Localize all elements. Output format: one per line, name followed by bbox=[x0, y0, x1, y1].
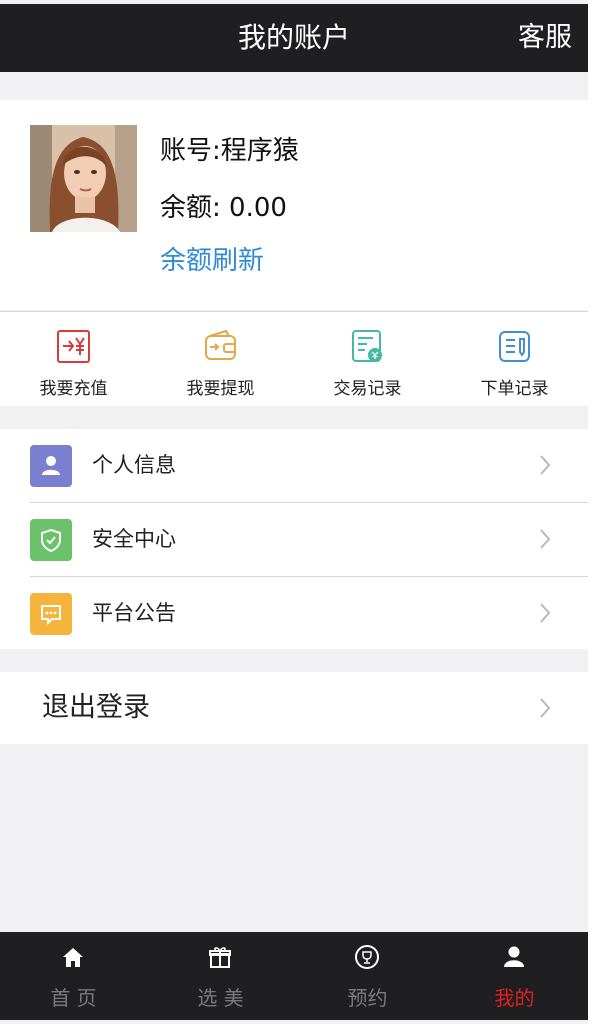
orders-button[interactable]: 下单记录 bbox=[441, 312, 588, 407]
page-title: 我的账户 bbox=[237, 21, 350, 54]
phone-frame: 我的账户 客服 账号:程序猿 余额: 0.00 余额刷新 我要充值 我要提现 交… bbox=[0, 0, 593, 1024]
customer-service-button[interactable]: 客服 bbox=[518, 4, 572, 72]
wallet-icon bbox=[202, 328, 239, 365]
person-icon bbox=[30, 445, 72, 487]
tab-label: 首 页 bbox=[50, 986, 97, 1010]
recharge-label: 我要充值 bbox=[39, 379, 108, 399]
logout-button[interactable]: 退出登录 bbox=[0, 672, 588, 744]
tab-home[interactable]: 首 页 bbox=[0, 932, 147, 1020]
menu-item-announcements[interactable]: 平台公告 bbox=[0, 577, 588, 650]
tab-mine[interactable]: 我的 bbox=[441, 932, 588, 1020]
gift-icon bbox=[207, 944, 233, 970]
menu-item-security-center[interactable]: 安全中心 bbox=[0, 503, 588, 576]
balance-row: 余额: 0.00 bbox=[160, 187, 287, 224]
logout-label: 退出登录 bbox=[42, 692, 150, 723]
top-nav-bar: 我的账户 客服 bbox=[0, 4, 588, 72]
home-icon bbox=[60, 944, 86, 970]
withdraw-label: 我要提现 bbox=[186, 379, 255, 399]
tab-select-beauty[interactable]: 选 美 bbox=[147, 932, 294, 1020]
tab-label: 预约 bbox=[347, 986, 388, 1010]
menu-item-personal-info[interactable]: 个人信息 bbox=[0, 429, 588, 502]
transactions-label: 交易记录 bbox=[333, 379, 402, 399]
tab-label: 选 美 bbox=[197, 986, 244, 1010]
user-icon bbox=[501, 944, 527, 970]
screen: 我的账户 客服 账号:程序猿 余额: 0.00 余额刷新 我要充值 我要提现 交… bbox=[0, 0, 588, 1024]
chevron-right-icon bbox=[538, 503, 552, 576]
tab-reservation[interactable]: 预约 bbox=[294, 932, 441, 1020]
menu-item-label: 个人信息 bbox=[92, 453, 176, 477]
settings-menu: 个人信息 安全中心 平台公告 bbox=[0, 429, 588, 649]
tab-label: 我的 bbox=[494, 986, 535, 1010]
trophy-icon bbox=[354, 944, 380, 970]
account-name: 程序猿 bbox=[220, 136, 299, 166]
order-icon bbox=[496, 328, 533, 365]
orders-label: 下单记录 bbox=[480, 379, 549, 399]
shield-icon bbox=[30, 519, 72, 561]
account-row: 账号:程序猿 bbox=[160, 130, 299, 167]
balance-label: 余额: bbox=[160, 193, 221, 223]
transactions-button[interactable]: 交易记录 bbox=[294, 312, 441, 407]
quick-actions: 我要充值 我要提现 交易记录 下单记录 bbox=[0, 311, 588, 406]
profile-card: 账号:程序猿 余额: 0.00 余额刷新 bbox=[0, 100, 588, 310]
withdraw-button[interactable]: 我要提现 bbox=[147, 312, 294, 407]
recharge-button[interactable]: 我要充值 bbox=[0, 312, 147, 407]
chevron-right-icon bbox=[538, 672, 552, 745]
bottom-tab-bar: 首 页 选 美 预约 我的 bbox=[0, 932, 588, 1020]
message-icon bbox=[30, 593, 72, 635]
menu-item-label: 平台公告 bbox=[92, 601, 176, 625]
recharge-icon bbox=[55, 328, 92, 365]
menu-item-label: 安全中心 bbox=[92, 527, 176, 551]
transaction-icon bbox=[349, 328, 386, 365]
balance-value: 0.00 bbox=[229, 193, 287, 223]
avatar[interactable] bbox=[30, 125, 137, 232]
refresh-balance-link[interactable]: 余额刷新 bbox=[160, 240, 264, 277]
chevron-right-icon bbox=[538, 577, 552, 650]
account-label: 账号: bbox=[160, 136, 221, 166]
chevron-right-icon bbox=[538, 429, 552, 502]
